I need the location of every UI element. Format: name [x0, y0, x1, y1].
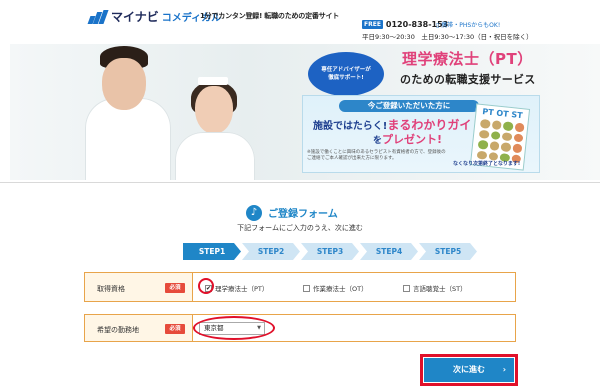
advisor-support-bubble: 専任アドバイザーが 徹底サポート!: [308, 52, 384, 96]
promo-ribbon: なくなり次第終了となります!: [453, 161, 521, 167]
business-hours: 平日9:30〜20:30 土日9:30〜17:30（日・祝日を除く）: [362, 33, 533, 41]
form-instruction: 下記フォームにご入力のうえ、次に進む: [237, 224, 363, 232]
location-row: 希望の勤務地 必須 東京都 ▼: [84, 314, 516, 342]
highlight-circle: [193, 316, 275, 340]
option-st[interactable]: 言語聴覚士（ST）: [403, 283, 467, 293]
step-1: STEP1: [183, 243, 241, 260]
step-3: STEP3: [301, 243, 359, 260]
next-button[interactable]: 次に進む ›: [424, 358, 514, 382]
step-5: STEP5: [419, 243, 477, 260]
page: マイナビ コメディカル 1分でカンタン登録! 転職のための定番サイト FREE …: [0, 0, 600, 390]
promo-present-line: をプレゼント!: [373, 133, 443, 146]
promo-headline: 今ご登録いただいた方に: [339, 100, 479, 112]
gift-promo: 今ご登録いただいた方に 施設ではたらく!まるわかりガイド をプレゼント! ※施設…: [302, 95, 540, 173]
hero-banner: 専任アドバイザーが 徹底サポート! 理学療法士（PT） のための転職支援サービス…: [10, 44, 600, 180]
banner-subtitle: のための転職支援サービス: [400, 73, 536, 86]
mobile-phone-icon: ▯: [436, 22, 440, 29]
banner-title: 理学療法士（PT）: [402, 50, 533, 68]
logo-brand: マイナビ: [111, 10, 159, 24]
option-ot[interactable]: 作業療法士（OT）: [303, 283, 368, 293]
required-badge: 必須: [165, 324, 185, 334]
location-label: 希望の勤務地: [97, 326, 139, 334]
step-indicator: STEP1 STEP2 STEP3 STEP4 STEP5: [183, 243, 478, 260]
free-dial-badge: FREE: [362, 20, 383, 29]
checkbox-st[interactable]: [403, 284, 410, 292]
chevron-right-icon: ›: [502, 365, 506, 374]
step-2: STEP2: [242, 243, 300, 260]
music-note-icon: ♪: [246, 205, 262, 221]
site-header: マイナビ コメディカル 1分でカンタン登録! 転職のための定番サイト FREE …: [0, 0, 600, 42]
highlight-circle: [198, 278, 214, 294]
male-therapist-image: [85, 98, 171, 180]
site-tagline: 1分でカンタン登録! 転職のための定番サイト: [200, 12, 340, 20]
mobile-ok-note: ▯ 携帯・PHSからもOK!: [436, 22, 501, 29]
form-title: ご登録フォーム: [268, 209, 338, 220]
required-badge: 必須: [165, 283, 185, 293]
option-pt[interactable]: ✔ 理学療法士（PT）: [205, 283, 268, 293]
promo-note: ※施設で働くことに興味のあるセラピスト有資格者の方で、登録後のご連絡でご本人確認…: [307, 150, 446, 161]
logo-mark-icon: [87, 9, 109, 24]
step-4: STEP4: [360, 243, 418, 260]
checkbox-ot[interactable]: [303, 284, 310, 292]
qualification-row: 取得資格 必須 ✔ 理学療法士（PT） 作業療法士（OT） 言語聴覚士（ST）: [84, 272, 516, 302]
qualification-label: 取得資格: [97, 285, 125, 293]
section-divider: [0, 182, 600, 183]
